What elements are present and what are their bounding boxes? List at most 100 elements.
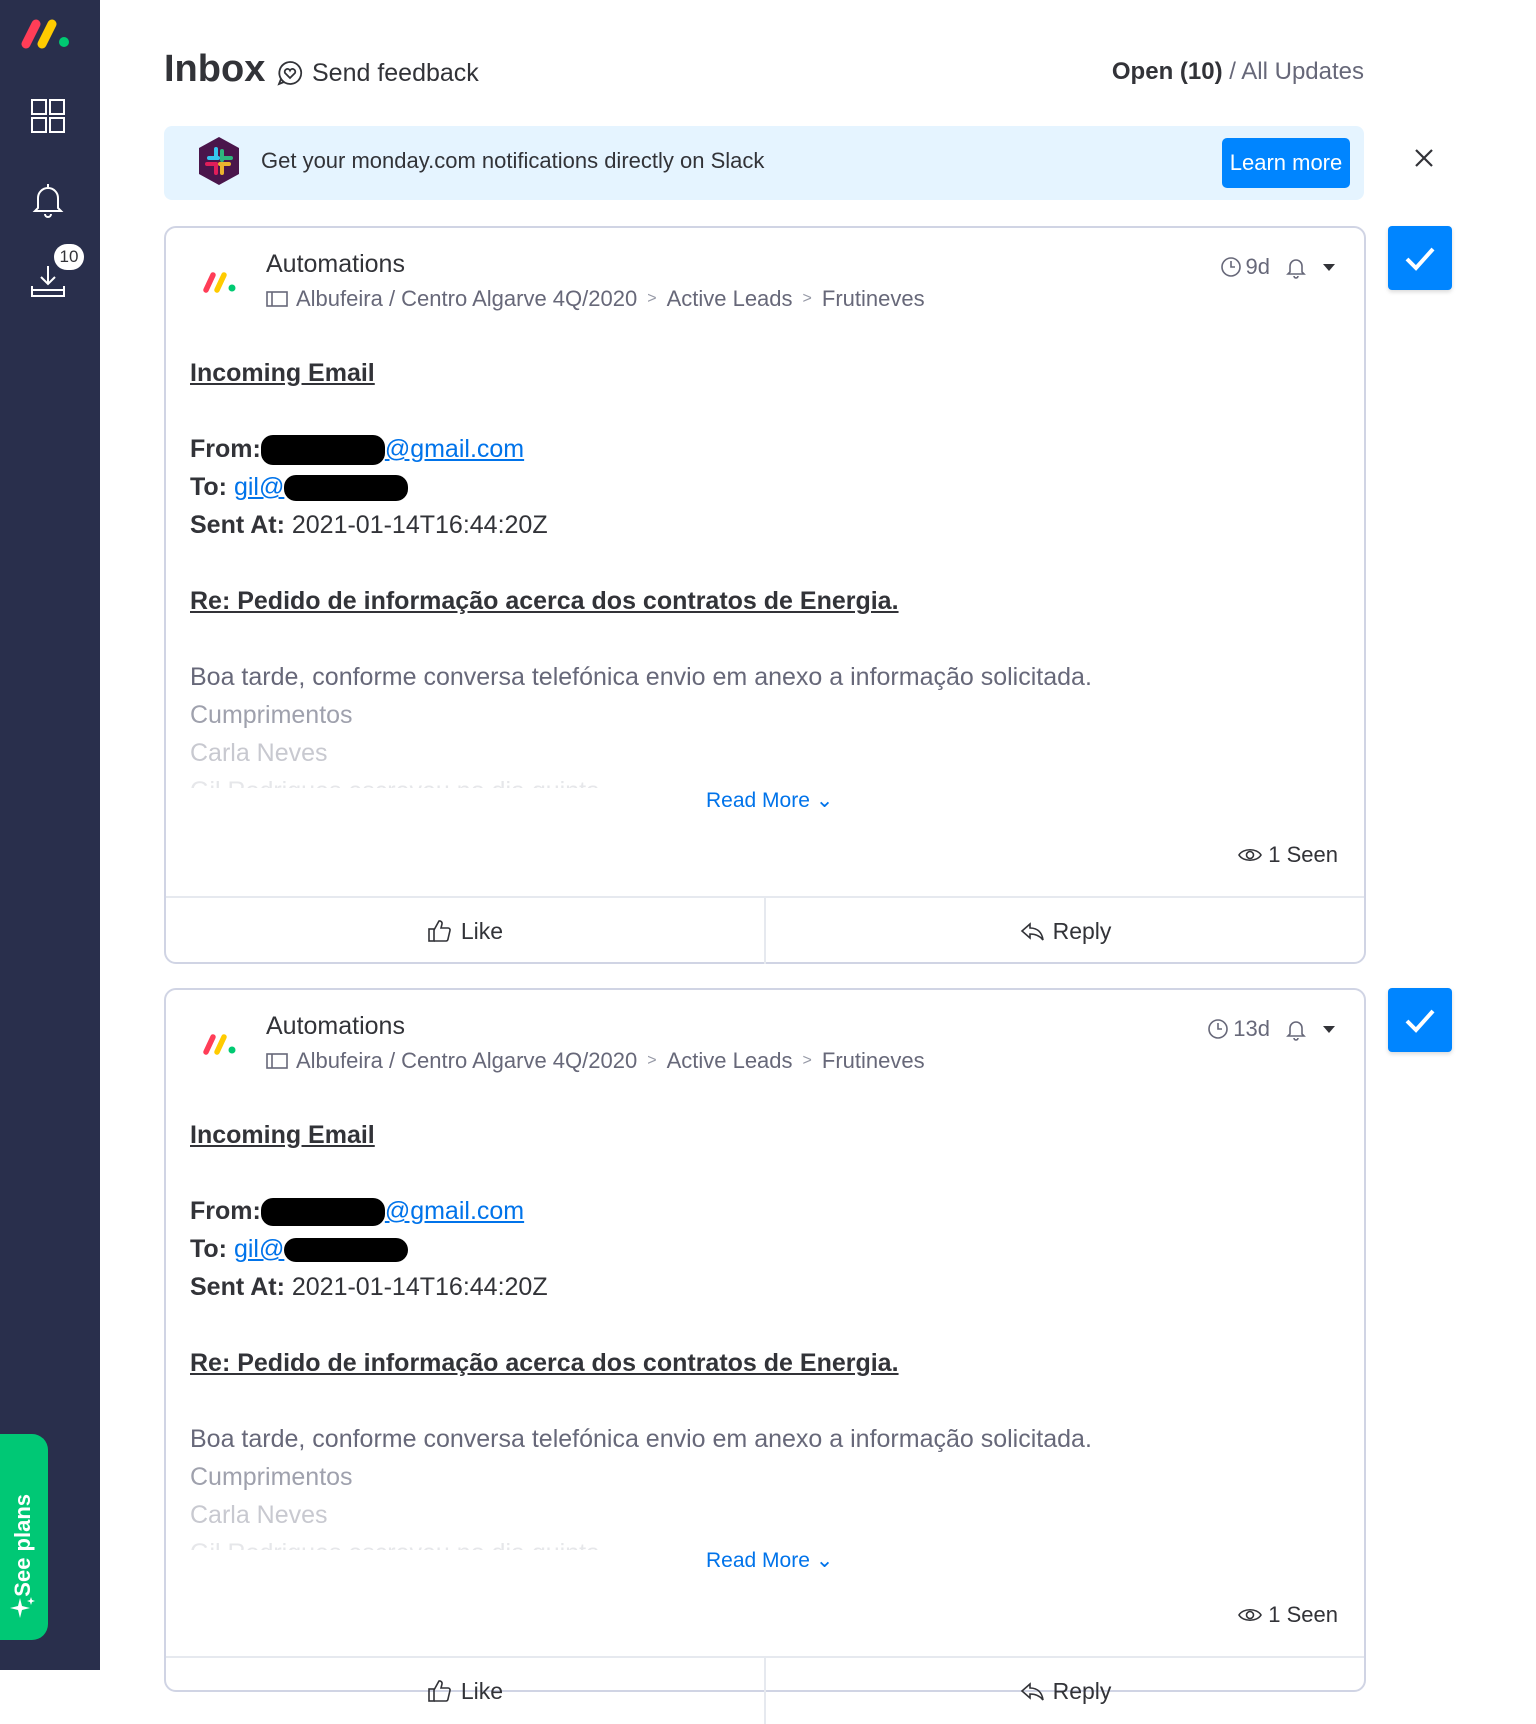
- filter-all-updates[interactable]: All Updates: [1241, 58, 1364, 85]
- thumbs-up-icon: [428, 1680, 451, 1702]
- from-email-link[interactable]: @gmail.com: [385, 435, 524, 463]
- feedback-heart-icon: [277, 61, 303, 86]
- read-more-link[interactable]: Read More ⌄: [706, 1548, 833, 1573]
- chevron-right-icon: >: [802, 1052, 812, 1069]
- breadcrumb: Albufeira / Centro Algarve 4Q/2020 > Act…: [266, 1048, 925, 1074]
- learn-more-button[interactable]: Learn more: [1222, 138, 1350, 188]
- update-filter: Open (10) / All Updates: [1112, 58, 1364, 86]
- eye-icon: [1238, 848, 1263, 862]
- email-body-line: Carla Neves: [190, 739, 328, 767]
- bell-icon[interactable]: [28, 180, 68, 220]
- email-body-line: Boa tarde, conforme conversa telefónica …: [190, 663, 1092, 691]
- automations-avatar-icon: [203, 1034, 236, 1055]
- filter-separator: /: [1222, 58, 1242, 85]
- send-feedback-button[interactable]: Send feedback: [276, 56, 479, 90]
- caret-down-icon[interactable]: [1322, 1024, 1336, 1034]
- email-subject: Re: Pedido de informação acerca dos cont…: [190, 587, 899, 615]
- checkmark-icon: [1405, 1009, 1435, 1033]
- eye-icon: [1238, 1608, 1263, 1622]
- like-label: Like: [460, 1677, 504, 1704]
- update-age-label: 13d: [1233, 1016, 1270, 1041]
- update-card: Automations Albufeira / Centro Algarve 4…: [164, 988, 1366, 1724]
- chevron-down-icon: ⌄: [815, 789, 834, 812]
- close-icon[interactable]: [1412, 146, 1436, 170]
- mark-as-read-button[interactable]: [1388, 226, 1452, 290]
- slack-banner-text: Get your monday.com notifications direct…: [261, 148, 765, 173]
- update-author[interactable]: Automations: [266, 1012, 405, 1041]
- email-body-line: Cumprimentos: [190, 1463, 353, 1491]
- update-age-label: 9d: [1245, 254, 1270, 279]
- to-label: To:: [190, 1235, 228, 1263]
- board-icon: [266, 1053, 288, 1069]
- bell-icon[interactable]: [1284, 255, 1308, 279]
- from-label: From:: [190, 1197, 261, 1225]
- grid-icon[interactable]: [28, 96, 68, 136]
- update-body: Incoming Email From: @gmail.com To: gil@ …: [190, 1116, 1290, 1550]
- reply-label: Reply: [1052, 917, 1112, 944]
- chevron-right-icon: >: [647, 1052, 657, 1069]
- caret-down-icon[interactable]: [1322, 262, 1336, 272]
- redaction-mark: [260, 1198, 385, 1227]
- email-subject: Re: Pedido de informação acerca dos cont…: [190, 1349, 899, 1377]
- like-button[interactable]: Like: [166, 1658, 764, 1724]
- email-body-line: Boa tarde, conforme conversa telefónica …: [190, 1425, 1092, 1453]
- bell-icon[interactable]: [1284, 1017, 1308, 1041]
- seen-indicator[interactable]: 1 Seen: [1238, 1602, 1338, 1628]
- breadcrumb-board[interactable]: Albufeira / Centro Algarve 4Q/2020: [296, 286, 637, 312]
- redaction-mark: [284, 1238, 409, 1263]
- checkmark-icon: [1405, 247, 1435, 271]
- read-more-label: Read More: [706, 1549, 810, 1572]
- read-more-label: Read More: [706, 789, 810, 812]
- email-heading: Incoming Email: [190, 1121, 375, 1149]
- chevron-right-icon: >: [802, 290, 812, 307]
- update-age: 13d: [1207, 1016, 1270, 1042]
- thumbs-up-icon: [428, 920, 451, 942]
- redaction-mark: [284, 475, 409, 502]
- seen-count: 1 Seen: [1268, 842, 1338, 867]
- update-card: Automations Albufeira / Centro Algarve 4…: [164, 226, 1366, 964]
- like-button[interactable]: Like: [166, 898, 764, 964]
- filter-open-updates[interactable]: Open (10): [1112, 58, 1223, 85]
- to-email-link[interactable]: gil@: [234, 1235, 284, 1263]
- see-plans-label: See plans: [10, 1494, 35, 1597]
- from-label: From:: [190, 435, 261, 463]
- reply-icon: [1020, 922, 1044, 941]
- reply-button[interactable]: Reply: [764, 898, 1364, 964]
- slack-logo-icon: [199, 137, 239, 185]
- from-email-link[interactable]: @gmail.com: [385, 1197, 524, 1225]
- email-heading: Incoming Email: [190, 359, 375, 387]
- email-body-line: Carla Neves: [190, 1501, 328, 1529]
- board-icon: [266, 291, 288, 307]
- to-label: To:: [190, 473, 228, 501]
- left-sidebar: 10 See plans: [0, 0, 100, 1670]
- redaction-mark: [260, 435, 385, 466]
- update-meta: 9d: [1220, 254, 1336, 280]
- to-email-link[interactable]: gil@: [234, 473, 284, 501]
- seen-indicator[interactable]: 1 Seen: [1238, 842, 1338, 868]
- update-body: Incoming Email From: @gmail.com To: gil@ …: [190, 354, 1290, 788]
- update-author[interactable]: Automations: [266, 250, 405, 279]
- see-plans-button[interactable]: See plans: [0, 1434, 48, 1640]
- clock-icon: [1220, 257, 1241, 277]
- chevron-right-icon: >: [647, 290, 657, 307]
- email-body-line: Cumprimentos: [190, 701, 353, 729]
- breadcrumb-item[interactable]: Frutineves: [822, 286, 925, 312]
- send-feedback-label: Send feedback: [312, 58, 479, 87]
- sent-at-label: Sent At:: [190, 511, 285, 539]
- reply-label: Reply: [1052, 1677, 1112, 1704]
- read-more-link[interactable]: Read More ⌄: [706, 788, 833, 813]
- reply-button[interactable]: Reply: [764, 1658, 1364, 1724]
- monday-logo-icon[interactable]: [20, 16, 74, 50]
- update-age: 9d: [1220, 254, 1270, 280]
- breadcrumb-group[interactable]: Active Leads: [667, 286, 793, 312]
- breadcrumb-board[interactable]: Albufeira / Centro Algarve 4Q/2020: [296, 1048, 637, 1074]
- page-title: Inbox: [164, 48, 266, 90]
- update-actions: Like Reply: [166, 896, 1364, 964]
- breadcrumb-item[interactable]: Frutineves: [822, 1048, 925, 1074]
- breadcrumb-group[interactable]: Active Leads: [667, 1048, 793, 1074]
- slack-banner: Get your monday.com notifications direct…: [164, 126, 1364, 200]
- sparkle-icon: [10, 1597, 35, 1618]
- mark-as-read-button[interactable]: [1388, 988, 1452, 1052]
- update-meta: 13d: [1207, 1016, 1336, 1042]
- automations-avatar-icon: [203, 272, 236, 293]
